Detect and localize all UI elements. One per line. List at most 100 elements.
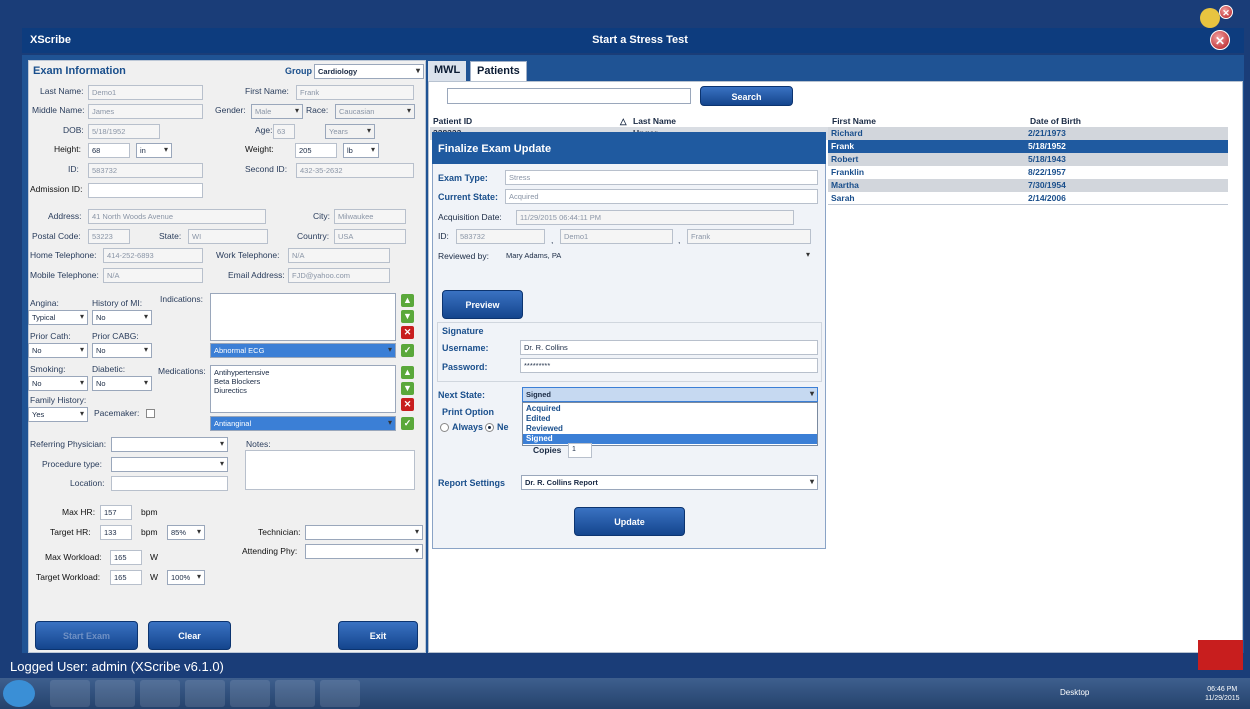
- desktop-toolbar[interactable]: Desktop: [1060, 688, 1089, 697]
- close-icon[interactable]: ✕: [1219, 5, 1233, 19]
- city-field[interactable]: Milwaukee: [334, 209, 406, 224]
- home-telephone-field[interactable]: 414-252-6893: [103, 248, 203, 263]
- indications-list[interactable]: [210, 293, 396, 341]
- location-field[interactable]: [111, 476, 228, 491]
- table-row[interactable]: Sarah 2/14/2006: [828, 192, 1228, 205]
- indication-select[interactable]: Abnormal ECG: [210, 343, 396, 358]
- id-field[interactable]: 583732: [88, 163, 203, 178]
- close-window-icon[interactable]: ✕: [1210, 30, 1230, 50]
- diabetic-select[interactable]: No: [92, 376, 152, 391]
- option-reviewed[interactable]: Reviewed: [523, 424, 817, 434]
- gender-select[interactable]: Male: [251, 104, 303, 119]
- state-field[interactable]: WI: [188, 229, 268, 244]
- tab-mwl[interactable]: MWL: [428, 61, 467, 81]
- exam-type-field[interactable]: Stress: [505, 170, 818, 185]
- word-icon[interactable]: [275, 680, 315, 707]
- address-field[interactable]: 41 North Woods Avenue: [88, 209, 266, 224]
- current-state-field[interactable]: Acquired: [505, 189, 818, 204]
- target-workload-percent-select[interactable]: 100%: [167, 570, 205, 585]
- option-acquired[interactable]: Acquired: [523, 404, 817, 414]
- column-patient-id[interactable]: Patient ID: [433, 116, 472, 126]
- xscribe-icon[interactable]: [320, 680, 360, 707]
- report-settings-select[interactable]: Dr. R. Collins Report: [521, 475, 818, 490]
- notes-field[interactable]: [245, 450, 415, 490]
- password-field[interactable]: *********: [520, 358, 818, 373]
- race-select[interactable]: Caucasian: [335, 104, 415, 119]
- last-name-field[interactable]: Demo1: [88, 85, 203, 100]
- dialog-id-field[interactable]: 583732: [456, 229, 545, 244]
- table-row[interactable]: Robert 5/18/1943: [828, 153, 1228, 166]
- clear-button[interactable]: Clear: [148, 621, 231, 650]
- username-field[interactable]: Dr. R. Collins: [520, 340, 818, 355]
- move-down-icon[interactable]: ▼: [401, 382, 414, 395]
- dob-field[interactable]: 5/18/1952: [88, 124, 160, 139]
- search-input[interactable]: [447, 88, 691, 104]
- skype-icon[interactable]: [230, 680, 270, 707]
- move-up-icon[interactable]: ▲: [401, 366, 414, 379]
- middle-name-field[interactable]: James: [88, 104, 203, 119]
- dialog-last-name-field[interactable]: Demo1: [560, 229, 673, 244]
- list-item[interactable]: Beta Blockers: [214, 377, 392, 386]
- column-date-of-birth[interactable]: Date of Birth: [1030, 116, 1081, 126]
- search-button[interactable]: Search: [700, 86, 793, 106]
- remove-icon[interactable]: ✕: [401, 326, 414, 339]
- technician-select[interactable]: [305, 525, 423, 540]
- height-field[interactable]: 68: [88, 143, 130, 158]
- remove-icon[interactable]: ✕: [401, 398, 414, 411]
- move-up-icon[interactable]: ▲: [401, 294, 414, 307]
- reviewed-by-select[interactable]: Mary Adams, PA: [503, 249, 813, 264]
- add-indication-icon[interactable]: ✓: [401, 344, 414, 357]
- browser-icon[interactable]: [50, 680, 90, 707]
- angina-select[interactable]: Typical: [28, 310, 88, 325]
- postal-code-field[interactable]: 53223: [88, 229, 130, 244]
- age-unit-select[interactable]: Years: [325, 124, 375, 139]
- email-field[interactable]: FJD@yahoo.com: [288, 268, 390, 283]
- max-workload-field[interactable]: 165: [110, 550, 142, 565]
- chrome-icon[interactable]: [185, 680, 225, 707]
- first-name-field[interactable]: Frank: [296, 85, 414, 100]
- mobile-telephone-field[interactable]: N/A: [103, 268, 203, 283]
- weight-field[interactable]: 205: [295, 143, 337, 158]
- smoking-select[interactable]: No: [28, 376, 88, 391]
- prior-cabg-select[interactable]: No: [92, 343, 152, 358]
- country-field[interactable]: USA: [334, 229, 406, 244]
- start-button[interactable]: [3, 680, 35, 707]
- next-state-dropdown[interactable]: Acquired Edited Reviewed Signed: [522, 402, 818, 446]
- table-row[interactable]: Franklin 8/22/1957: [828, 166, 1228, 179]
- max-hr-field[interactable]: 157: [100, 505, 132, 520]
- medication-select[interactable]: Antianginal: [210, 416, 396, 431]
- update-button[interactable]: Update: [574, 507, 685, 536]
- file-explorer-icon[interactable]: [95, 680, 135, 707]
- always-radio[interactable]: [440, 423, 449, 432]
- target-hr-field[interactable]: 133: [100, 525, 132, 540]
- family-history-select[interactable]: Yes: [28, 407, 88, 422]
- height-unit-select[interactable]: in: [136, 143, 172, 158]
- tab-patients[interactable]: Patients: [470, 61, 527, 81]
- group-select[interactable]: Cardiology: [314, 64, 424, 79]
- option-edited[interactable]: Edited: [523, 414, 817, 424]
- table-row[interactable]: Richard 2/21/1973: [828, 127, 1228, 140]
- weight-unit-select[interactable]: lb: [343, 143, 379, 158]
- list-item[interactable]: Diurectics: [214, 386, 392, 395]
- exit-button[interactable]: Exit: [338, 621, 418, 650]
- medications-list[interactable]: Antihypertensive Beta Blockers Diurectic…: [210, 365, 396, 413]
- referring-physician-select[interactable]: [111, 437, 228, 452]
- table-row-selected[interactable]: Frank 5/18/1952: [828, 140, 1228, 153]
- add-medication-icon[interactable]: ✓: [401, 417, 414, 430]
- column-last-name[interactable]: Last Name: [633, 116, 676, 126]
- copies-stepper[interactable]: 1: [568, 443, 592, 458]
- history-mi-select[interactable]: No: [92, 310, 152, 325]
- move-down-icon[interactable]: ▼: [401, 310, 414, 323]
- list-item[interactable]: Antihypertensive: [214, 368, 392, 377]
- table-row[interactable]: Martha 7/30/1954: [828, 179, 1228, 192]
- acquisition-date-field[interactable]: 11/29/2015 06:44:11 PM: [516, 210, 794, 225]
- prior-cath-select[interactable]: No: [28, 343, 88, 358]
- attending-phy-select[interactable]: [305, 544, 423, 559]
- preview-button[interactable]: Preview: [442, 290, 523, 319]
- second-id-field[interactable]: 432-35-2632: [296, 163, 414, 178]
- admission-id-field[interactable]: [88, 183, 203, 198]
- target-workload-field[interactable]: 165: [110, 570, 142, 585]
- column-first-name[interactable]: First Name: [832, 116, 876, 126]
- target-hr-percent-select[interactable]: 85%: [167, 525, 205, 540]
- start-exam-button[interactable]: Start Exam: [35, 621, 138, 650]
